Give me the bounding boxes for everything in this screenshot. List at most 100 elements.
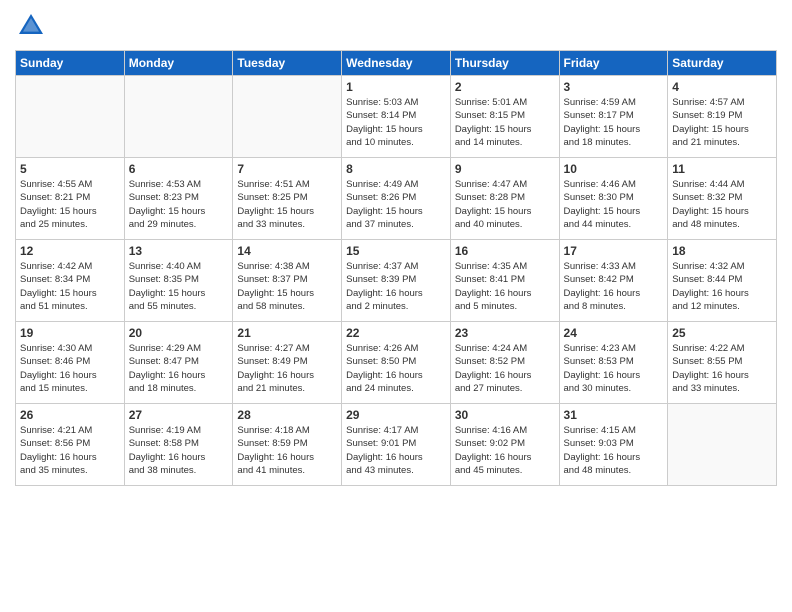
day-cell: 6Sunrise: 4:53 AM Sunset: 8:23 PM Daylig… bbox=[124, 158, 233, 240]
day-info: Sunrise: 4:22 AM Sunset: 8:55 PM Dayligh… bbox=[672, 342, 772, 395]
weekday-header-row: SundayMondayTuesdayWednesdayThursdayFrid… bbox=[16, 51, 777, 76]
day-info: Sunrise: 5:03 AM Sunset: 8:14 PM Dayligh… bbox=[346, 96, 446, 149]
weekday-sunday: Sunday bbox=[16, 51, 125, 76]
day-cell: 30Sunrise: 4:16 AM Sunset: 9:02 PM Dayli… bbox=[450, 404, 559, 486]
day-info: Sunrise: 4:24 AM Sunset: 8:52 PM Dayligh… bbox=[455, 342, 555, 395]
day-info: Sunrise: 4:51 AM Sunset: 8:25 PM Dayligh… bbox=[237, 178, 337, 231]
day-number: 16 bbox=[455, 244, 555, 258]
day-number: 7 bbox=[237, 162, 337, 176]
header bbox=[15, 10, 777, 42]
weekday-friday: Friday bbox=[559, 51, 668, 76]
day-number: 17 bbox=[564, 244, 664, 258]
day-number: 5 bbox=[20, 162, 120, 176]
day-info: Sunrise: 4:46 AM Sunset: 8:30 PM Dayligh… bbox=[564, 178, 664, 231]
day-cell: 5Sunrise: 4:55 AM Sunset: 8:21 PM Daylig… bbox=[16, 158, 125, 240]
day-number: 15 bbox=[346, 244, 446, 258]
day-info: Sunrise: 4:27 AM Sunset: 8:49 PM Dayligh… bbox=[237, 342, 337, 395]
day-cell: 15 Sunrise: 4:37 AM Sunset: 8:39 PM Dayli… bbox=[342, 240, 451, 322]
day-cell: 14 Sunrise: 4:38 AM Sunset: 8:37 PM Dayli… bbox=[233, 240, 342, 322]
day-info: Sunrise: 5:01 AM Sunset: 8:15 PM Dayligh… bbox=[455, 96, 555, 149]
day-cell: 13Sunrise: 4:40 AM Sunset: 8:35 PM Dayli… bbox=[124, 240, 233, 322]
day-cell: 11 Sunrise: 4:44 AM Sunset: 8:32 PM Dayli… bbox=[668, 158, 777, 240]
day-cell: 25Sunrise: 4:22 AM Sunset: 8:55 PM Dayli… bbox=[668, 322, 777, 404]
day-info: Sunrise: 4:47 AM Sunset: 8:28 PM Dayligh… bbox=[455, 178, 555, 231]
day-number: 23 bbox=[455, 326, 555, 340]
week-row-3: 12Sunrise: 4:42 AM Sunset: 8:34 PM Dayli… bbox=[16, 240, 777, 322]
day-cell: 17 Sunrise: 4:33 AM Sunset: 8:42 PM Dayli… bbox=[559, 240, 668, 322]
day-info: Sunrise: 4:29 AM Sunset: 8:47 PM Dayligh… bbox=[129, 342, 229, 395]
weekday-monday: Monday bbox=[124, 51, 233, 76]
day-number: 11 bbox=[672, 162, 772, 176]
day-number: 6 bbox=[129, 162, 229, 176]
weekday-wednesday: Wednesday bbox=[342, 51, 451, 76]
week-row-1: 1 Sunrise: 5:03 AM Sunset: 8:14 PM Daylig… bbox=[16, 76, 777, 158]
day-cell: 28 Sunrise: 4:18 AM Sunset: 8:59 PM Dayli… bbox=[233, 404, 342, 486]
day-info: Sunrise: 4:59 AM Sunset: 8:17 PM Dayligh… bbox=[564, 96, 664, 149]
day-cell: 2 Sunrise: 5:01 AM Sunset: 8:15 PM Daylig… bbox=[450, 76, 559, 158]
day-info: Sunrise: 4:35 AM Sunset: 8:41 PM Dayligh… bbox=[455, 260, 555, 313]
day-number: 9 bbox=[455, 162, 555, 176]
day-info: Sunrise: 4:23 AM Sunset: 8:53 PM Dayligh… bbox=[564, 342, 664, 395]
day-number: 14 bbox=[237, 244, 337, 258]
day-number: 2 bbox=[455, 80, 555, 94]
day-cell bbox=[16, 76, 125, 158]
day-info: Sunrise: 4:33 AM Sunset: 8:42 PM Dayligh… bbox=[564, 260, 664, 313]
day-info: Sunrise: 4:57 AM Sunset: 8:19 PM Dayligh… bbox=[672, 96, 772, 149]
day-number: 1 bbox=[346, 80, 446, 94]
week-row-2: 5Sunrise: 4:55 AM Sunset: 8:21 PM Daylig… bbox=[16, 158, 777, 240]
logo bbox=[15, 10, 51, 42]
logo-icon bbox=[15, 10, 47, 42]
day-cell: 3 Sunrise: 4:59 AM Sunset: 8:17 PM Daylig… bbox=[559, 76, 668, 158]
day-cell: 22 Sunrise: 4:26 AM Sunset: 8:50 PM Dayli… bbox=[342, 322, 451, 404]
day-number: 4 bbox=[672, 80, 772, 94]
day-cell: 10 Sunrise: 4:46 AM Sunset: 8:30 PM Dayli… bbox=[559, 158, 668, 240]
day-info: Sunrise: 4:49 AM Sunset: 8:26 PM Dayligh… bbox=[346, 178, 446, 231]
day-info: Sunrise: 4:44 AM Sunset: 8:32 PM Dayligh… bbox=[672, 178, 772, 231]
day-number: 10 bbox=[564, 162, 664, 176]
day-info: Sunrise: 4:37 AM Sunset: 8:39 PM Dayligh… bbox=[346, 260, 446, 313]
day-info: Sunrise: 4:17 AM Sunset: 9:01 PM Dayligh… bbox=[346, 424, 446, 477]
day-cell: 20 Sunrise: 4:29 AM Sunset: 8:47 PM Dayli… bbox=[124, 322, 233, 404]
day-cell: 21 Sunrise: 4:27 AM Sunset: 8:49 PM Dayli… bbox=[233, 322, 342, 404]
day-number: 31 bbox=[564, 408, 664, 422]
day-info: Sunrise: 4:26 AM Sunset: 8:50 PM Dayligh… bbox=[346, 342, 446, 395]
day-cell: 23 Sunrise: 4:24 AM Sunset: 8:52 PM Dayli… bbox=[450, 322, 559, 404]
day-cell bbox=[233, 76, 342, 158]
day-info: Sunrise: 4:16 AM Sunset: 9:02 PM Dayligh… bbox=[455, 424, 555, 477]
day-cell: 27Sunrise: 4:19 AM Sunset: 8:58 PM Dayli… bbox=[124, 404, 233, 486]
day-cell bbox=[124, 76, 233, 158]
day-number: 21 bbox=[237, 326, 337, 340]
weekday-saturday: Saturday bbox=[668, 51, 777, 76]
day-info: Sunrise: 4:19 AM Sunset: 8:58 PM Dayligh… bbox=[129, 424, 229, 477]
week-row-4: 19 Sunrise: 4:30 AM Sunset: 8:46 PM Dayli… bbox=[16, 322, 777, 404]
weekday-tuesday: Tuesday bbox=[233, 51, 342, 76]
day-number: 29 bbox=[346, 408, 446, 422]
day-number: 20 bbox=[129, 326, 229, 340]
calendar-table: SundayMondayTuesdayWednesdayThursdayFrid… bbox=[15, 50, 777, 486]
day-info: Sunrise: 4:18 AM Sunset: 8:59 PM Dayligh… bbox=[237, 424, 337, 477]
day-cell: 8 Sunrise: 4:49 AM Sunset: 8:26 PM Daylig… bbox=[342, 158, 451, 240]
day-cell: 7 Sunrise: 4:51 AM Sunset: 8:25 PM Daylig… bbox=[233, 158, 342, 240]
day-cell: 12Sunrise: 4:42 AM Sunset: 8:34 PM Dayli… bbox=[16, 240, 125, 322]
day-info: Sunrise: 4:38 AM Sunset: 8:37 PM Dayligh… bbox=[237, 260, 337, 313]
week-row-5: 26 Sunrise: 4:21 AM Sunset: 8:56 PM Dayli… bbox=[16, 404, 777, 486]
day-info: Sunrise: 4:15 AM Sunset: 9:03 PM Dayligh… bbox=[564, 424, 664, 477]
day-number: 28 bbox=[237, 408, 337, 422]
day-number: 12 bbox=[20, 244, 120, 258]
day-number: 13 bbox=[129, 244, 229, 258]
day-cell: 16 Sunrise: 4:35 AM Sunset: 8:41 PM Dayli… bbox=[450, 240, 559, 322]
day-number: 26 bbox=[20, 408, 120, 422]
day-cell: 31 Sunrise: 4:15 AM Sunset: 9:03 PM Dayli… bbox=[559, 404, 668, 486]
day-number: 18 bbox=[672, 244, 772, 258]
day-number: 3 bbox=[564, 80, 664, 94]
day-info: Sunrise: 4:30 AM Sunset: 8:46 PM Dayligh… bbox=[20, 342, 120, 395]
day-cell: 29 Sunrise: 4:17 AM Sunset: 9:01 PM Dayli… bbox=[342, 404, 451, 486]
weekday-thursday: Thursday bbox=[450, 51, 559, 76]
page: SundayMondayTuesdayWednesdayThursdayFrid… bbox=[0, 0, 792, 612]
day-info: Sunrise: 4:32 AM Sunset: 8:44 PM Dayligh… bbox=[672, 260, 772, 313]
day-number: 22 bbox=[346, 326, 446, 340]
day-number: 8 bbox=[346, 162, 446, 176]
day-info: Sunrise: 4:21 AM Sunset: 8:56 PM Dayligh… bbox=[20, 424, 120, 477]
day-cell: 19 Sunrise: 4:30 AM Sunset: 8:46 PM Dayli… bbox=[16, 322, 125, 404]
day-number: 19 bbox=[20, 326, 120, 340]
